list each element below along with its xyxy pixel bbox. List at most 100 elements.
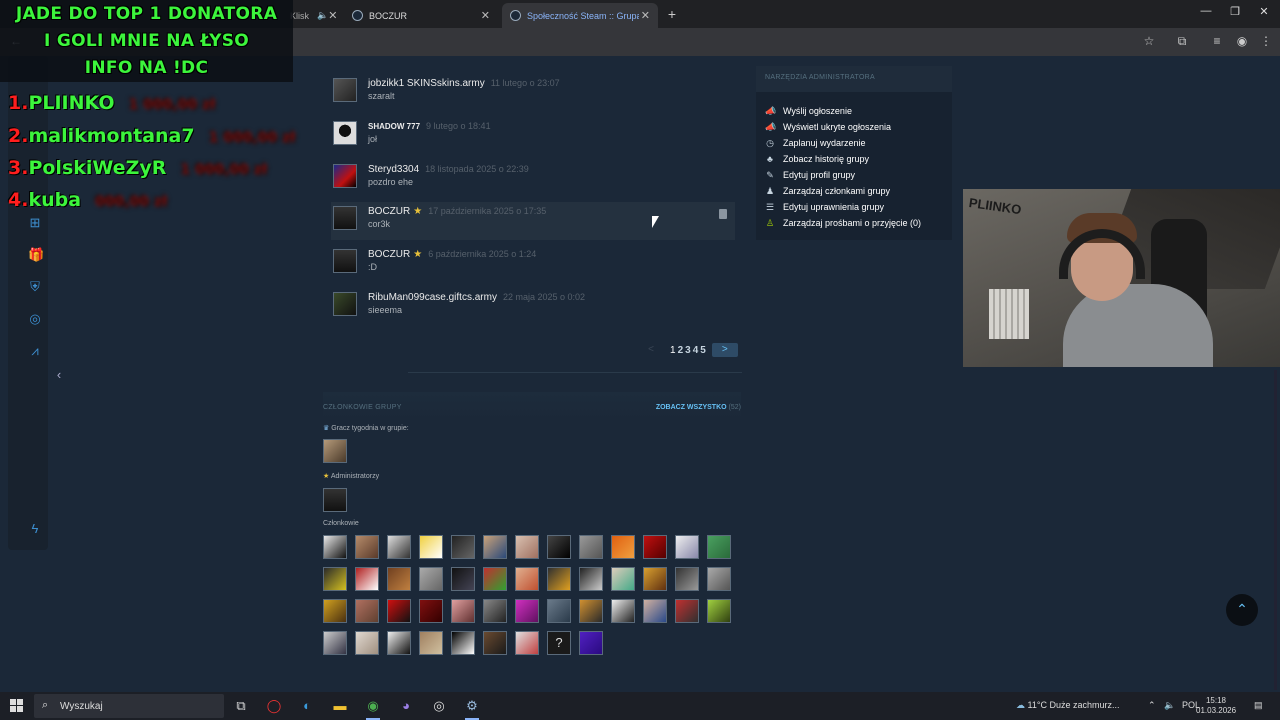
lightning-icon[interactable]: ϟ <box>28 522 42 536</box>
member-avatar[interactable] <box>483 535 507 559</box>
media-icon[interactable]: ≡ <box>1209 34 1225 48</box>
member-avatar[interactable] <box>675 535 699 559</box>
extensions-icon[interactable]: ⧉ <box>1174 34 1190 49</box>
page-3[interactable]: 3 <box>685 345 691 356</box>
opera-icon[interactable]: ◯ <box>264 696 284 716</box>
prev-page-button[interactable]: < <box>640 343 662 357</box>
discord-icon[interactable]: ◕ <box>396 696 416 716</box>
member-avatar[interactable] <box>515 567 539 591</box>
task-view-icon[interactable]: ⧉ <box>231 696 251 716</box>
avatar[interactable] <box>333 164 357 188</box>
member-avatar[interactable] <box>707 567 731 591</box>
member-avatar[interactable] <box>387 631 411 655</box>
member-avatar[interactable] <box>515 535 539 559</box>
member-avatar[interactable] <box>483 599 507 623</box>
member-avatar[interactable] <box>579 567 603 591</box>
windows-start-icon[interactable] <box>10 699 24 713</box>
member-avatar[interactable] <box>579 535 603 559</box>
member-avatar[interactable] <box>707 599 731 623</box>
admin-group-history[interactable]: ♣ Zobacz historię grupy <box>765 154 869 164</box>
member-avatar[interactable] <box>611 535 635 559</box>
obs-icon[interactable]: ◎ <box>429 696 449 716</box>
minimize-button[interactable]: — <box>1196 5 1216 17</box>
member-avatar[interactable] <box>579 599 603 623</box>
comment-author[interactable]: BOCZUR <box>368 249 410 260</box>
apps-icon[interactable]: ⊞ <box>28 216 42 230</box>
member-avatar[interactable] <box>451 567 475 591</box>
gift-icon[interactable]: 🎁 <box>28 248 44 262</box>
close-icon[interactable]: ✕ <box>641 9 650 22</box>
window-close-button[interactable]: ✕ <box>1254 5 1274 18</box>
member-avatar[interactable] <box>483 567 507 591</box>
avatar[interactable] <box>333 249 357 273</box>
tab-boczur[interactable]: BOCZUR ✕ <box>344 3 498 28</box>
admin-schedule-event[interactable]: ◷ Zaplanuj wydarzenie <box>765 138 865 148</box>
member-avatar[interactable] <box>323 567 347 591</box>
admin-manage-members[interactable]: ♟ Zarządzaj członkami grupy <box>765 186 890 196</box>
next-page-button[interactable]: > <box>711 343 738 357</box>
member-avatar[interactable] <box>707 535 731 559</box>
member-avatar[interactable] <box>387 535 411 559</box>
admin-join-requests[interactable]: ♙ Zarządzaj prośbami o przyjęcie (0) <box>765 218 921 228</box>
menu-icon[interactable]: ⋮ <box>1258 34 1274 48</box>
weather-text[interactable]: 11°C Duże zachmurz... <box>1028 700 1120 710</box>
member-avatar[interactable] <box>675 567 699 591</box>
member-avatar[interactable] <box>419 599 443 623</box>
notifications-icon[interactable]: ▤ <box>1254 700 1263 711</box>
member-avatar[interactable] <box>643 599 667 623</box>
avatar[interactable] <box>333 292 357 316</box>
member-avatar[interactable] <box>323 631 347 655</box>
member-avatar[interactable] <box>643 535 667 559</box>
comment-author[interactable]: BOCZUR <box>368 206 410 217</box>
bookmark-star-icon[interactable]: ☆ <box>1141 34 1157 48</box>
member-avatar[interactable] <box>515 631 539 655</box>
volume-icon[interactable]: 🔈 <box>1164 700 1175 711</box>
member-avatar[interactable]: ? <box>547 631 571 655</box>
member-avatar[interactable] <box>355 535 379 559</box>
chart-icon[interactable]: ⩘ <box>28 344 42 358</box>
member-avatar[interactable] <box>451 599 475 623</box>
member-avatar[interactable] <box>355 631 379 655</box>
member-avatar[interactable] <box>323 599 347 623</box>
admin-hidden-announcements[interactable]: 📣 Wyświetl ukryte ogłoszenia <box>765 122 891 132</box>
close-icon[interactable]: ✕ <box>328 9 337 22</box>
steam-icon[interactable]: ⚙ <box>462 696 482 720</box>
member-avatar[interactable] <box>611 567 635 591</box>
comment-author[interactable]: Steryd3304 <box>368 164 419 175</box>
speaker-icon[interactable]: 🔈 <box>317 10 328 21</box>
comment-author[interactable]: SHADOW 777 <box>368 122 420 131</box>
close-icon[interactable]: ✕ <box>481 9 490 22</box>
collapse-sidebar-button[interactable]: ‹ <box>50 365 68 385</box>
member-avatar[interactable] <box>355 599 379 623</box>
scroll-to-top-button[interactable]: ⌃ <box>1226 594 1258 626</box>
folder-icon[interactable]: ▬ <box>330 696 350 716</box>
member-avatar[interactable] <box>643 567 667 591</box>
member-avatar[interactable] <box>547 599 571 623</box>
member-avatar[interactable] <box>547 535 571 559</box>
shield-icon[interactable]: ⛨ <box>28 280 42 294</box>
comment-author[interactable]: jobzikk1 SKINSskins.army <box>368 78 485 89</box>
taskbar-search[interactable]: ⌕ Wyszukaj <box>34 694 224 718</box>
admin-avatar[interactable] <box>323 488 347 512</box>
member-avatar[interactable] <box>483 631 507 655</box>
avatar[interactable] <box>333 206 357 230</box>
clock[interactable]: 15:18 01.03.2026 <box>1196 696 1236 716</box>
member-avatar[interactable] <box>419 567 443 591</box>
page-5[interactable]: 5 <box>700 345 706 356</box>
avatar[interactable] <box>333 78 357 102</box>
comment-author[interactable]: RibuMan099case.giftcs.army <box>368 292 497 303</box>
member-avatar[interactable] <box>323 535 347 559</box>
trash-icon[interactable] <box>719 209 727 219</box>
member-avatar[interactable] <box>515 599 539 623</box>
member-avatar[interactable] <box>547 567 571 591</box>
profile-icon[interactable]: ◉ <box>1234 34 1250 48</box>
tray-chevron-icon[interactable]: ⌃ <box>1148 700 1156 711</box>
member-avatar[interactable] <box>355 567 379 591</box>
admin-send-announcement[interactable]: 📣 Wyślij ogłoszenie <box>765 106 852 116</box>
new-tab-button[interactable]: + <box>664 6 680 22</box>
player-of-week-avatar[interactable] <box>323 439 347 463</box>
avatar[interactable] <box>333 121 357 145</box>
edge-icon[interactable]: ◐ <box>297 696 317 716</box>
member-avatar[interactable] <box>451 631 475 655</box>
page-2[interactable]: 2 <box>678 345 684 356</box>
